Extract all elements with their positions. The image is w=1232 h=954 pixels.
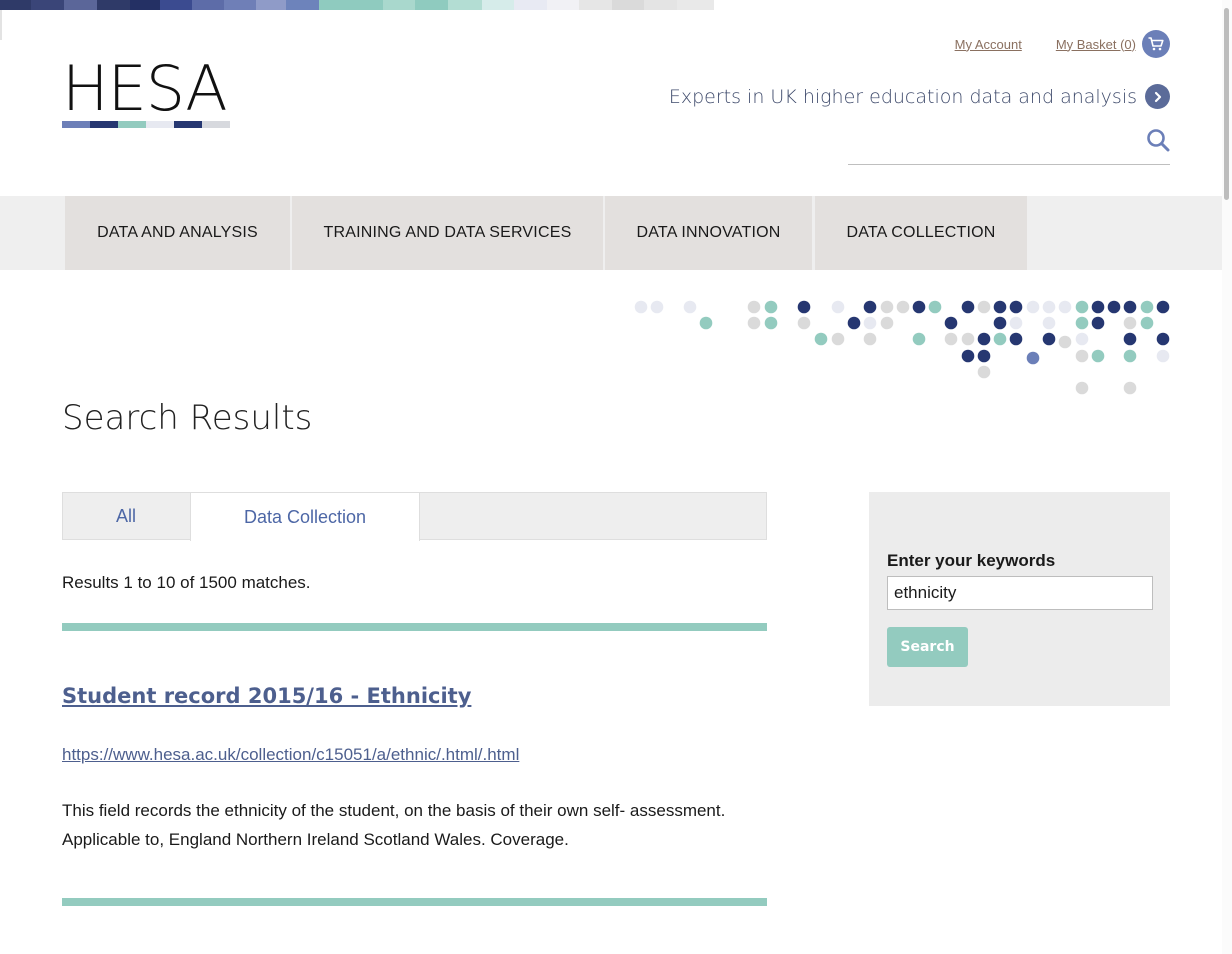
decorative-dot (634, 300, 648, 314)
decorative-dot (797, 300, 811, 314)
decorative-dot (1026, 351, 1040, 365)
keywords-label: Enter your keywords (887, 551, 1056, 570)
decorative-dot (1156, 349, 1170, 363)
decorative-dot (944, 316, 958, 330)
decorative-dot (683, 300, 697, 314)
decorative-dot (1156, 332, 1170, 346)
decorative-dot (928, 300, 942, 314)
decorative-dot (797, 316, 811, 330)
decorative-dot (1107, 300, 1121, 314)
decorative-dot (912, 332, 926, 346)
decorative-dot (977, 349, 991, 363)
scrollbar-thumb[interactable] (1224, 8, 1229, 200)
keywords-input[interactable] (887, 576, 1153, 610)
decorative-dot (1042, 316, 1056, 330)
result-divider (62, 898, 767, 906)
decorative-dot (764, 300, 778, 314)
decorative-dot (993, 300, 1007, 314)
decorative-dot (977, 332, 991, 346)
decorative-dot (747, 316, 761, 330)
decorative-dot (961, 332, 975, 346)
decorative-dot (1123, 316, 1137, 330)
decorative-dot (1009, 300, 1023, 314)
result-divider (62, 623, 767, 631)
decorative-dot (831, 332, 845, 346)
decorative-dot (961, 349, 975, 363)
decorative-dot (880, 316, 894, 330)
decorative-dot (1091, 300, 1105, 314)
decorative-dot-pattern (634, 300, 1170, 395)
decorative-dot (1156, 300, 1170, 314)
decorative-dot (1140, 316, 1154, 330)
decorative-dot (1042, 300, 1056, 314)
scrollbar[interactable] (1222, 0, 1232, 954)
decorative-dot (1123, 300, 1137, 314)
result-description: This field records the ethnicity of the … (62, 801, 726, 849)
page-title: Search Results (62, 398, 313, 438)
decorative-dot (1091, 349, 1105, 363)
decorative-dot (1123, 381, 1137, 395)
decorative-dot (764, 316, 778, 330)
decorative-dot (1009, 316, 1023, 330)
decorative-dot (863, 300, 877, 314)
decorative-dot (1075, 349, 1089, 363)
decorative-dot (863, 316, 877, 330)
result-url-link[interactable]: https://www.hesa.ac.uk/collection/c15051… (62, 745, 519, 765)
result-title-link[interactable]: Student record 2015/16 - Ethnicity (62, 684, 471, 708)
decorative-dot (1075, 316, 1089, 330)
decorative-dot (1026, 300, 1040, 314)
decorative-dot (831, 300, 845, 314)
tab-data-collection[interactable]: Data Collection (190, 492, 420, 541)
decorative-dot (1123, 332, 1137, 346)
decorative-dot (977, 300, 991, 314)
decorative-dot (993, 332, 1007, 346)
decorative-dot (1058, 335, 1072, 349)
decorative-dot (977, 365, 991, 379)
decorative-dot (814, 332, 828, 346)
decorative-dot (944, 332, 958, 346)
decorative-dot (1140, 300, 1154, 314)
decorative-dot (912, 300, 926, 314)
result-tabs: All Data Collection (62, 492, 767, 541)
decorative-dot (1058, 300, 1072, 314)
decorative-dot (993, 316, 1007, 330)
decorative-dot (880, 300, 894, 314)
decorative-dot (1091, 316, 1105, 330)
decorative-dot (847, 316, 861, 330)
decorative-dot (1123, 349, 1137, 363)
decorative-dot (1042, 332, 1056, 346)
decorative-dot (1075, 332, 1089, 346)
decorative-dot (863, 332, 877, 346)
decorative-dot (747, 300, 761, 314)
decorative-dot (896, 300, 910, 314)
decorative-dot (699, 316, 713, 330)
tab-all[interactable]: All (62, 492, 190, 541)
decorative-dot (1009, 332, 1023, 346)
decorative-dot (1075, 381, 1089, 395)
keyword-search-panel: Enter your keywords Search (869, 492, 1170, 706)
search-button[interactable]: Search (887, 627, 968, 667)
decorative-dot (650, 300, 664, 314)
decorative-dot (1075, 300, 1089, 314)
decorative-dot (961, 300, 975, 314)
results-count: Results 1 to 10 of 1500 matches. (62, 573, 311, 592)
